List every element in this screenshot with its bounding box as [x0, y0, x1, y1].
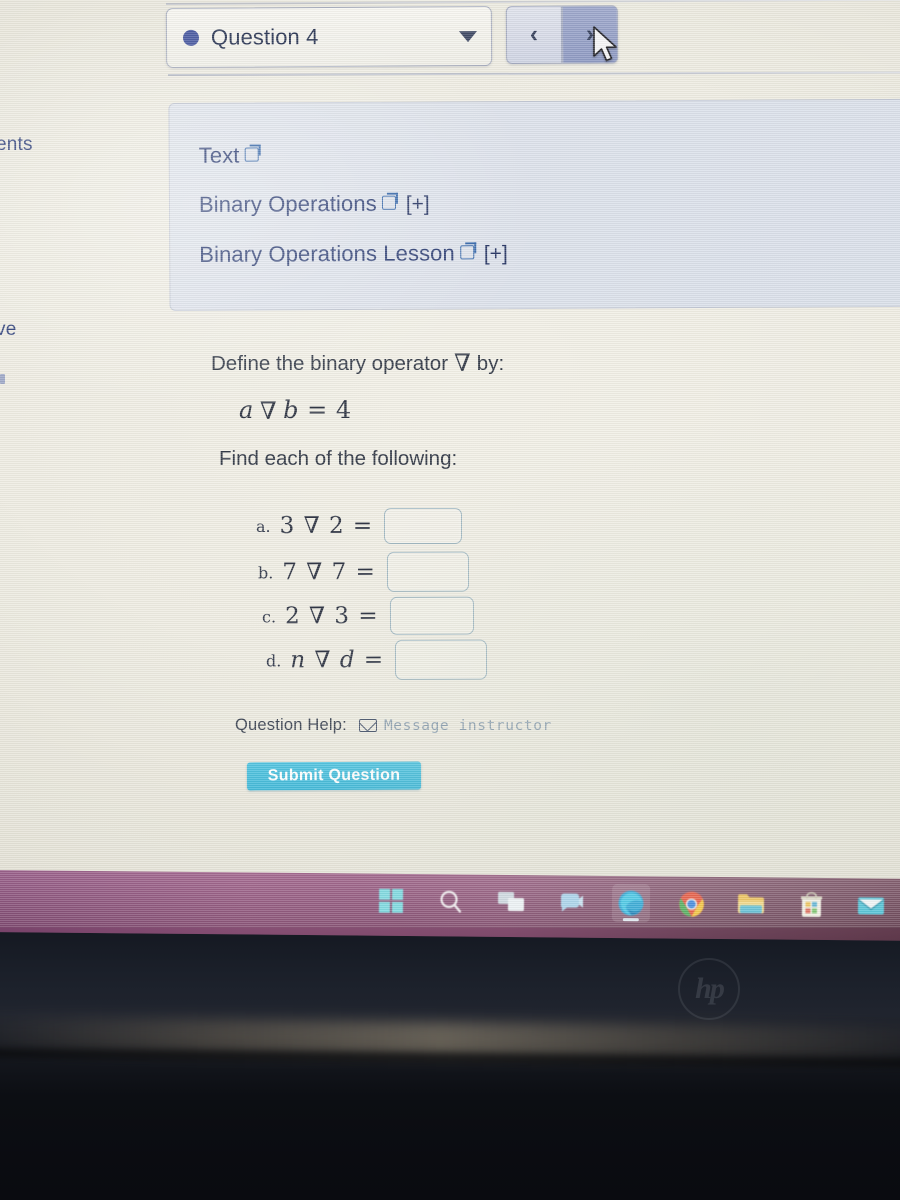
- answer-input-c[interactable]: [389, 596, 474, 635]
- question-status-bullet: [182, 29, 200, 46]
- question-selector-label: Question 4: [210, 24, 319, 50]
- windows-taskbar: [0, 870, 900, 941]
- expand-toggle[interactable]: [+]: [406, 193, 430, 216]
- edge-icon[interactable]: [611, 883, 651, 923]
- find-instruction: Find each of the following:: [219, 447, 458, 470]
- search-icon[interactable]: [432, 882, 470, 920]
- resource-link-text[interactable]: Text: [199, 143, 240, 168]
- start-icon[interactable]: [372, 882, 410, 920]
- question-selector-dropdown[interactable]: Question 4: [165, 6, 493, 68]
- top-divider-rule: [165, 0, 900, 5]
- microsoft-store-icon[interactable]: [792, 886, 830, 924]
- equals-sign: =: [307, 396, 328, 424]
- nabla-operator-symbol: ∇: [454, 349, 471, 377]
- sidebar-marker: [0, 374, 5, 384]
- chrome-icon[interactable]: [672, 885, 710, 923]
- question-help-row: Question Help: Message instructor: [235, 716, 552, 735]
- resource-row: Binary Operations [+]: [199, 189, 900, 217]
- resource-row: Text: [199, 140, 900, 168]
- answer-input-b[interactable]: [386, 551, 469, 592]
- question-prompt: Define the binary operator ∇ by:: [211, 349, 504, 377]
- external-link-icon[interactable]: [382, 195, 397, 210]
- resource-link-binary-operations-lesson[interactable]: Binary Operations Lesson: [199, 241, 455, 267]
- sidebar-item-assignments[interactable]: ents: [0, 134, 33, 156]
- nabla-operator-symbol: ∇: [259, 397, 278, 425]
- answer-input-d[interactable]: [395, 639, 488, 680]
- mail-icon[interactable]: [852, 886, 890, 924]
- laptop-bezel: [0, 926, 900, 1200]
- answer-input-a[interactable]: [384, 508, 463, 544]
- sidebar-item-partial[interactable]: ve: [0, 319, 16, 341]
- part-expression: 7 ∇ 7 =: [282, 558, 376, 586]
- question-resources-panel: Text Binary Operations [+] Binary Operati…: [168, 98, 900, 311]
- operator-definition-equation: a ∇ b = 4: [239, 396, 352, 425]
- part-letter: d.: [265, 650, 282, 670]
- part-letter: a.: [256, 516, 271, 536]
- mouse-cursor-icon: [593, 26, 617, 62]
- question-part-c: c. 2 ∇ 3 =: [261, 596, 474, 636]
- chat-icon[interactable]: [552, 883, 590, 921]
- previous-question-button[interactable]: ‹: [505, 5, 563, 64]
- submit-question-button[interactable]: Submit Question: [246, 761, 422, 791]
- file-explorer-icon[interactable]: [732, 885, 770, 923]
- question-part-a: a. 3 ∇ 2 =: [256, 508, 463, 544]
- resource-row: Binary Operations Lesson [+]: [199, 239, 900, 267]
- prompt-prefix-text: Define the binary operator: [211, 352, 449, 375]
- chevron-left-icon: ‹: [529, 20, 539, 48]
- chevron-down-icon: [458, 30, 478, 42]
- envelope-icon[interactable]: [358, 719, 377, 732]
- message-instructor-link[interactable]: Message instructor: [384, 718, 552, 734]
- external-link-icon[interactable]: [460, 244, 475, 259]
- laptop-screen: ents ve Question 4 ‹ › Text Binary Opera…: [0, 0, 900, 928]
- resource-link-binary-operations[interactable]: Binary Operations: [199, 191, 377, 217]
- expand-toggle[interactable]: [+]: [484, 242, 508, 265]
- question-part-d: d. n ∇ d =: [265, 639, 488, 681]
- definition-operand-b: b: [283, 396, 299, 424]
- hp-logo: hp: [678, 958, 740, 1020]
- part-letter: c.: [261, 606, 277, 626]
- part-expression: n ∇ d =: [290, 646, 385, 674]
- part-letter: b.: [257, 562, 274, 582]
- question-part-b: b. 7 ∇ 7 =: [257, 551, 469, 593]
- part-expression: 2 ∇ 3 =: [285, 602, 379, 630]
- external-link-icon[interactable]: [244, 146, 259, 161]
- definition-result: 4: [335, 396, 352, 424]
- definition-operand-a: a: [239, 396, 254, 424]
- prompt-suffix-text: by:: [476, 352, 505, 375]
- task-view-icon[interactable]: [492, 883, 530, 921]
- question-help-label: Question Help:: [235, 716, 347, 734]
- header-divider-rule: [167, 71, 900, 76]
- part-expression: 3 ∇ 2 =: [279, 513, 374, 539]
